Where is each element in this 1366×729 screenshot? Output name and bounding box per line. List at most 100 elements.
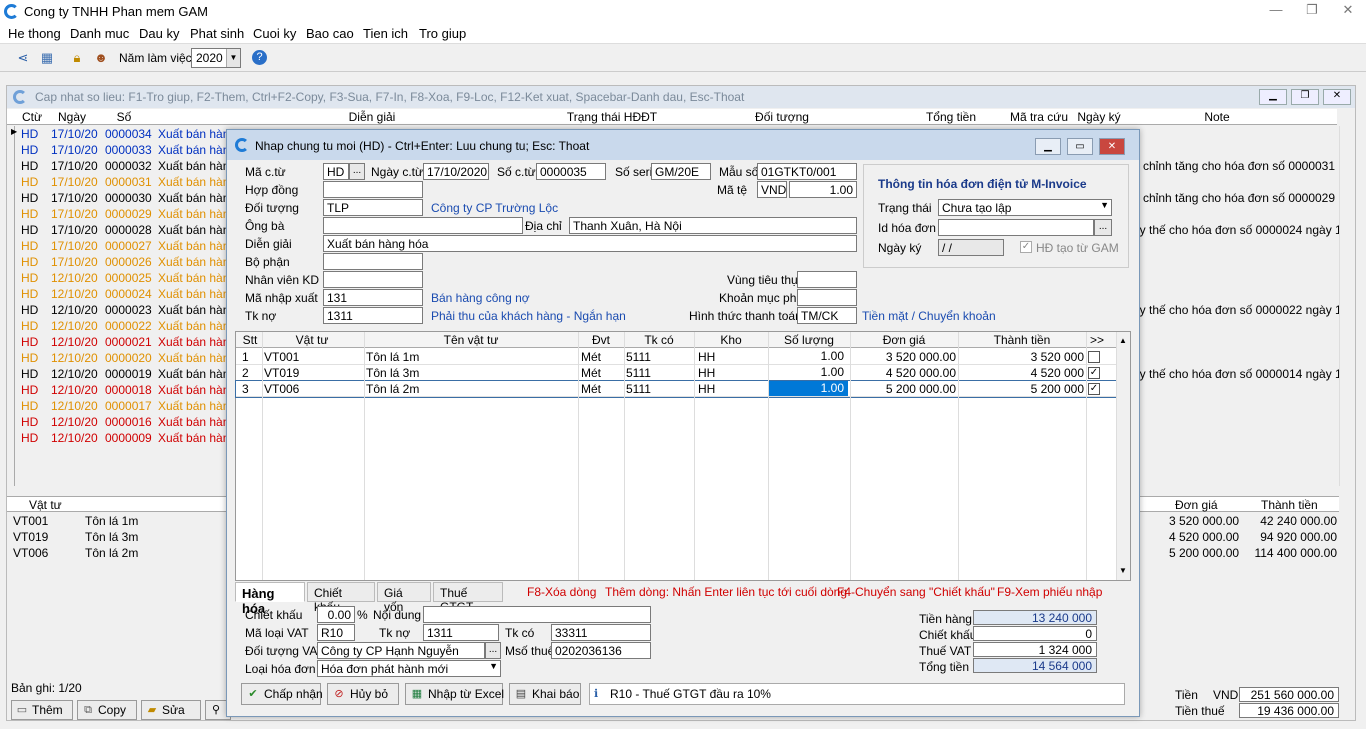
year-select[interactable]: 2020 ▼ [191,48,241,68]
menu-danh-muc[interactable]: Danh muc [70,26,129,41]
menu-he-thong[interactable]: He thong [8,26,61,41]
col-trang-thai[interactable]: Trạng thái HĐĐT [557,110,667,124]
vung-input[interactable] [797,271,857,288]
doi-tuong-vat-lookup[interactable]: ... [485,642,501,659]
item-kho[interactable]: HH [698,382,715,396]
item-amount[interactable]: 3 520 000 [958,350,1084,364]
items-col-more[interactable]: >> [1086,333,1108,347]
sub-restore-icon[interactable]: ❐ [1291,89,1319,105]
col-ngay[interactable]: Ngày [47,110,97,124]
item-code[interactable]: VT006 [264,382,299,396]
close-icon[interactable]: ✕ [1330,2,1366,22]
total-chiet-khau-value[interactable]: 0 [973,626,1097,641]
scroll-down-icon[interactable]: ▼ [1119,566,1127,575]
dialog-close-icon[interactable]: ✕ [1099,138,1125,155]
tab-thue-gtgt[interactable]: Thuế GTGT [433,582,503,614]
menu-bao-cao[interactable]: Bao cao [306,26,354,41]
item-tk[interactable]: 5111 [626,382,651,396]
einvoice-status-select[interactable]: Chưa tạo lập ▼ [938,199,1112,216]
nhan-vien-input[interactable] [323,271,423,288]
col-so[interactable]: Số [99,110,149,124]
item-name[interactable]: Tôn lá 1m [366,350,419,364]
ma-te-input[interactable]: VND [757,181,787,198]
item-checkbox[interactable] [1088,351,1100,363]
item-price[interactable]: 5 200 000.00 [850,382,956,396]
copy-button[interactable]: ⧉ Copy [77,700,137,720]
item-price[interactable]: 4 520 000.00 [850,366,956,380]
item-unit[interactable]: Mét [581,366,601,380]
chiet-khau-input[interactable]: 0.00 [317,606,355,623]
items-col-stt[interactable]: Stt [238,333,262,347]
declare-button[interactable]: ▤ Khai báo [509,683,581,705]
item-price[interactable]: 3 520 000.00 [850,350,956,364]
col-tong-tien[interactable]: Tổng tiền [901,110,1001,124]
dia-chi-input[interactable]: Thanh Xuân, Hà Nội [569,217,857,234]
share-icon[interactable]: ⋖ [14,49,32,67]
item-amount[interactable]: 4 520 000 [958,366,1084,380]
col-ngay-ky[interactable]: Ngày ký [1073,110,1125,124]
ma-ct-lookup-button[interactable]: ... [349,163,365,180]
items-col-dvt[interactable]: Đvt [578,333,624,347]
scroll-up-icon[interactable]: ▲ [1119,336,1127,345]
items-col-kho[interactable]: Kho [694,333,768,347]
user-icon[interactable]: ☻ [92,49,110,67]
menu-dau-ky[interactable]: Dau ky [139,26,179,41]
dialog-maximize-icon[interactable]: ▭ [1067,138,1093,155]
tax-tk-co-input[interactable]: 33311 [551,624,651,641]
tk-no-input[interactable]: 1311 [323,307,423,324]
ngay-ct-input[interactable]: 17/10/2020 [423,163,489,180]
einvoice-id-lookup[interactable]: ... [1094,219,1112,236]
cancel-button[interactable]: ⊘ Hủy bỏ [327,683,399,705]
col-ma-tra-cuu[interactable]: Mã tra cứu [1003,110,1075,124]
menu-tien-ich[interactable]: Tien ich [363,26,408,41]
items-col-don-gia[interactable]: Đơn giá [850,333,958,347]
col-ctu[interactable]: Ctừ [19,110,45,124]
item-name[interactable]: Tôn lá 2m [366,382,419,396]
item-checkbox[interactable]: ✓ [1088,367,1100,379]
menu-cuoi-ky[interactable]: Cuoi ky [253,26,296,41]
item-qty[interactable]: 1.00 [768,365,848,380]
sub-close-icon[interactable]: ✕ [1323,89,1351,105]
items-col-thanh-tien[interactable]: Thành tiền [958,333,1086,347]
sub-minimize-icon[interactable]: ▁ [1259,89,1287,105]
item-checkbox[interactable]: ✓ [1088,383,1100,395]
lock-icon[interactable]: 🔒︎ [68,49,86,67]
item-tk[interactable]: 5111 [626,350,651,364]
accept-button[interactable]: ✔ Chấp nhận [241,683,323,705]
so-seri-input[interactable]: GM/20E [651,163,711,180]
item-name[interactable]: Tôn lá 3m [366,366,419,380]
edit-button[interactable]: ▰ Sửa [141,700,201,720]
item-unit[interactable]: Mét [581,382,601,396]
items-col-so-luong[interactable]: Số lượng [768,333,850,347]
hop-dong-input[interactable] [323,181,423,198]
item-row[interactable]: 2 VT019 Tôn lá 3m Mét 5111 HH 1.00 4 520 000.00… [236,365,1116,381]
ma-nx-input[interactable]: 131 [323,289,423,306]
item-code[interactable]: VT019 [264,366,299,380]
item-row[interactable]: 1 VT001 Tôn lá 1m Mét 5111 HH 1.00 3 520 000.00… [236,349,1116,365]
mst-input[interactable]: 0202036136 [551,642,651,659]
col-doi-tuong[interactable]: Đối tượng [667,110,897,124]
ma-ct-input[interactable]: HD [323,163,349,180]
tax-tk-no-input[interactable]: 1311 [423,624,499,641]
menu-phat-sinh[interactable]: Phat sinh [190,26,244,41]
add-button[interactable]: ▭ Thêm [11,700,73,720]
item-amount[interactable]: 5 200 000 [958,382,1084,396]
col-dien-giai[interactable]: Diễn giải [157,110,587,124]
einvoice-id-input[interactable] [938,219,1094,236]
maximize-icon[interactable]: ❐ [1294,2,1330,22]
menu-tro-giup[interactable]: Tro giup [419,26,466,41]
so-ct-input[interactable]: 0000035 [536,163,606,180]
loai-hoa-don-select[interactable]: Hóa đơn phát hành mới ▼ [317,660,501,677]
tab-gia-von[interactable]: Giá vốn [377,582,431,614]
khoan-muc-input[interactable] [797,289,857,306]
dien-giai-input[interactable]: Xuất bán hàng hóa [323,235,857,252]
tab-chiet-khau[interactable]: Chiết khấu [307,582,375,614]
item-kho[interactable]: HH [698,350,715,364]
item-row[interactable]: 3 VT006 Tôn lá 2m Mét 5111 HH 1.00 5 200 000.00… [235,380,1117,398]
col-note[interactable]: Note [1127,110,1307,124]
items-col-tk-co[interactable]: Tk có [624,333,694,347]
mau-so-input[interactable]: 01GTKT0/001 [757,163,857,180]
chevron-down-icon[interactable]: ▼ [226,49,240,67]
dialog-minimize-icon[interactable]: ▁ [1035,138,1061,155]
items-col-vat-tu[interactable]: Vật tư [262,333,362,347]
